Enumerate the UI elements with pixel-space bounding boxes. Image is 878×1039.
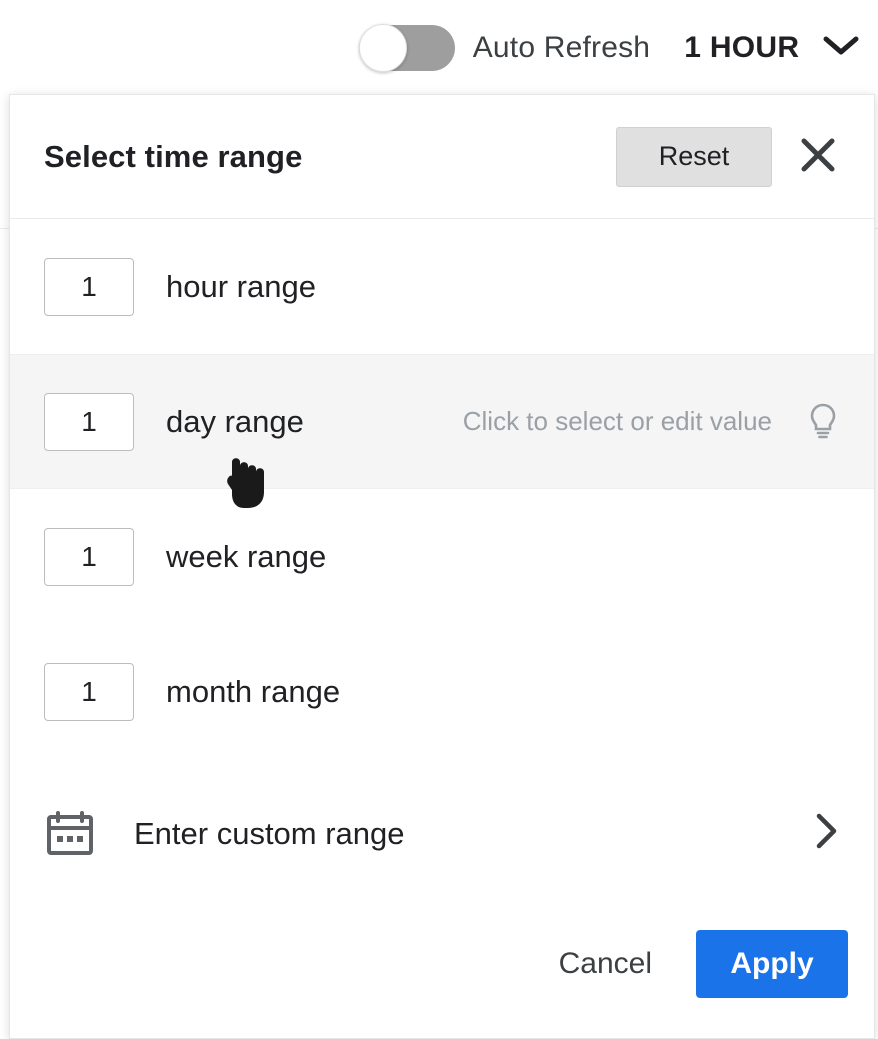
day-range-hint: Click to select or edit value <box>462 406 772 436</box>
hour-range-label: hour range <box>166 268 316 304</box>
close-button[interactable] <box>790 129 846 185</box>
chevron-right-icon <box>812 811 840 856</box>
range-row-month[interactable]: month range <box>10 624 874 759</box>
day-range-label: day range <box>166 403 304 439</box>
auto-refresh-toggle[interactable] <box>358 24 455 72</box>
range-row-hour[interactable]: hour range <box>10 219 874 354</box>
time-range-selector[interactable]: 1 HOUR <box>684 31 860 65</box>
range-rows: hour range day range Click to select or … <box>10 219 874 909</box>
close-icon <box>797 134 839 179</box>
week-range-input[interactable] <box>44 527 134 586</box>
lightbulb-icon[interactable] <box>806 402 840 442</box>
month-range-input[interactable] <box>44 662 134 721</box>
month-range-label: month range <box>166 673 341 709</box>
top-toolbar: Auto Refresh 1 HOUR <box>0 0 878 96</box>
dialog-title: Select time range <box>44 138 303 174</box>
select-time-range-dialog: Select time range Reset hour range day r… <box>9 94 875 1039</box>
auto-refresh-label: Auto Refresh <box>472 31 651 64</box>
screen: Auto Refresh 1 HOUR Select time range Re… <box>0 0 878 1039</box>
day-range-input[interactable] <box>44 392 134 451</box>
reset-button[interactable]: Reset <box>616 126 772 187</box>
hour-range-input[interactable] <box>44 257 134 316</box>
calendar-icon <box>44 808 96 860</box>
range-row-day[interactable]: day range Click to select or edit value <box>10 354 874 489</box>
range-row-week[interactable]: week range <box>10 489 874 624</box>
toggle-knob <box>358 24 407 72</box>
week-range-label: week range <box>166 538 327 574</box>
cancel-button[interactable]: Cancel <box>537 937 674 991</box>
apply-button[interactable]: Apply <box>696 930 848 998</box>
dialog-footer: Cancel Apply <box>10 890 874 1038</box>
enter-custom-range-label: Enter custom range <box>134 815 405 851</box>
chevron-down-icon <box>822 33 860 57</box>
dialog-header: Select time range Reset <box>10 95 874 219</box>
time-range-value: 1 HOUR <box>684 31 800 64</box>
enter-custom-range-row[interactable]: Enter custom range <box>10 759 874 909</box>
